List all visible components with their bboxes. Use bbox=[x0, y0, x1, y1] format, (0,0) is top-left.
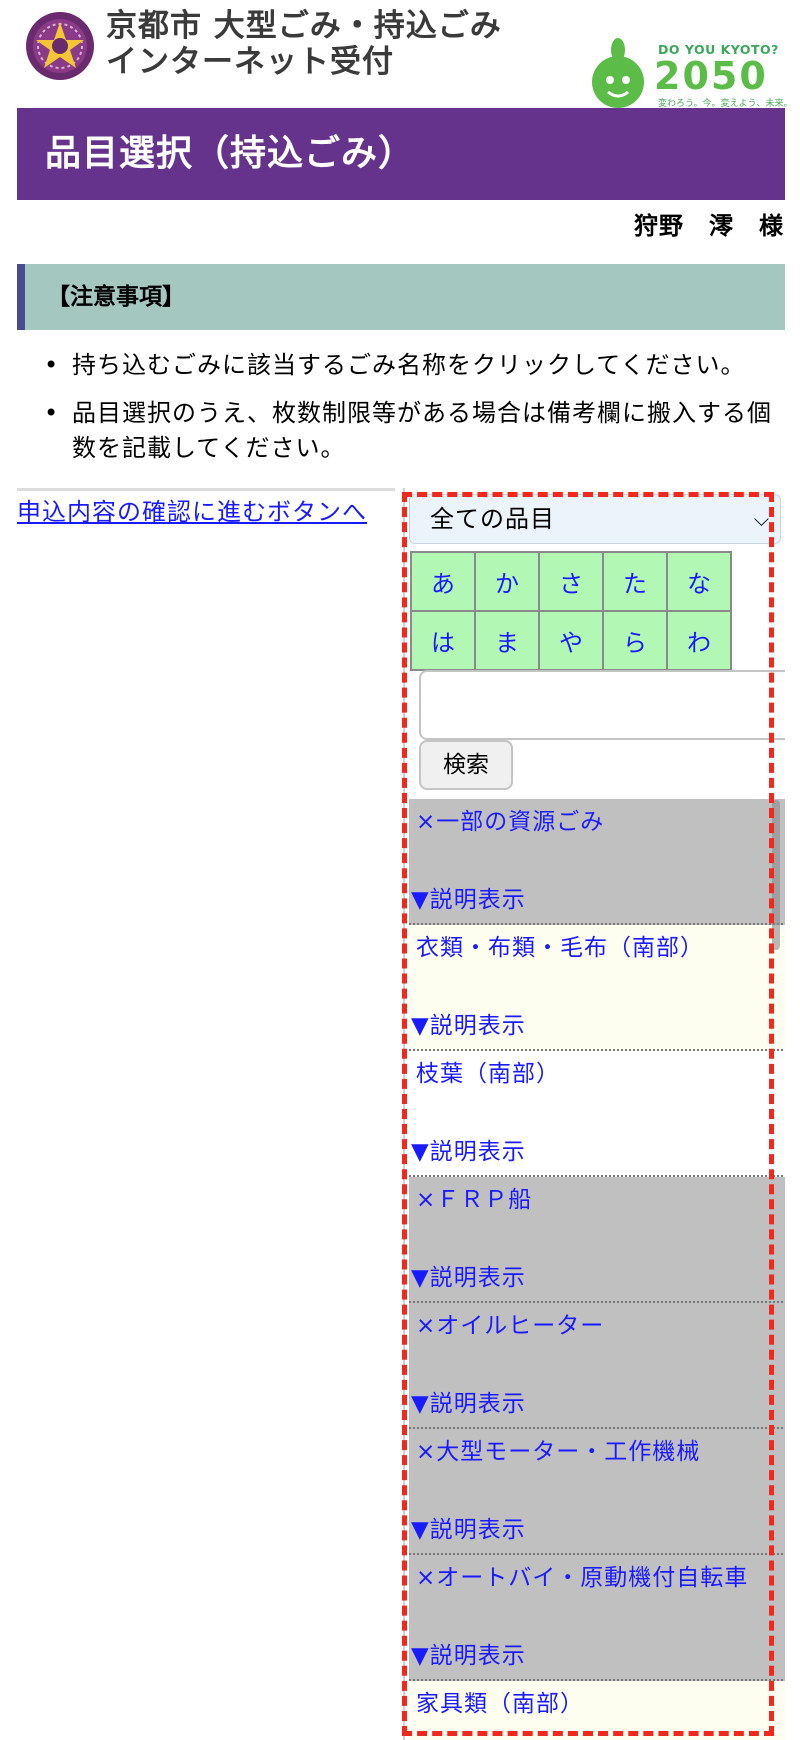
item-row: 衣類・布類・毛布（南部） ▼説明表示 bbox=[409, 925, 785, 1051]
kana-button[interactable]: わ bbox=[666, 610, 732, 671]
item-row: 枝葉（南部） ▼説明表示 bbox=[409, 1051, 785, 1177]
item-description-toggle[interactable]: ▼説明表示 bbox=[411, 1011, 526, 1041]
item-description-toggle[interactable]: ▼説明表示 bbox=[411, 1137, 526, 1167]
kana-index: あ か さ た な は ま や ら わ bbox=[410, 551, 732, 671]
item-row: ×オートバイ・原動機付自転車 ▼説明表示 bbox=[409, 1555, 785, 1681]
item-description-toggle[interactable]: ▼説明表示 bbox=[411, 1263, 526, 1293]
kana-button[interactable]: か bbox=[474, 551, 540, 612]
kana-button[interactable]: や bbox=[538, 610, 604, 671]
do-you-kyoto-logo: DO YOU KYOTO? 2050 変わろう。今。変えよう、未来。 bbox=[588, 36, 792, 110]
kana-button[interactable]: ら bbox=[602, 610, 668, 671]
chevron-down-icon: ⌵ bbox=[753, 507, 770, 531]
logo-year: 2050 bbox=[654, 54, 768, 98]
item-name-link[interactable]: 枝葉（南部） bbox=[416, 1059, 560, 1089]
item-name-link[interactable]: ×大型モーター・工作機械 bbox=[416, 1437, 700, 1467]
site-header: 京都市 大型ごみ・持込ごみ インターネット受付 DO YOU KYOTO? 20… bbox=[0, 0, 800, 110]
item-row: ×一部の資源ごみ ▼説明表示 bbox=[409, 799, 785, 925]
item-name-link[interactable]: ×オイルヒーター bbox=[416, 1311, 604, 1341]
search-input[interactable] bbox=[419, 670, 785, 740]
kana-row: あ か さ た な bbox=[410, 551, 732, 612]
kyoto-mascot-icon bbox=[592, 38, 644, 108]
item-selection-panel: 全ての品目 ⌵ あ か さ た な は ま や ら わ 検索 ×一部の資源ごみ … bbox=[403, 488, 785, 1740]
kyoto-city-emblem-icon bbox=[26, 12, 94, 80]
item-name-link[interactable]: ×一部の資源ごみ bbox=[416, 807, 604, 837]
item-name-link[interactable]: ×オートバイ・原動機付自転車 bbox=[416, 1563, 748, 1593]
item-description-toggle[interactable]: ▼説明表示 bbox=[411, 885, 526, 915]
search-button[interactable]: 検索 bbox=[419, 740, 513, 790]
item-name-link[interactable]: 家具類（南部） bbox=[416, 1689, 584, 1719]
kana-button[interactable]: な bbox=[666, 551, 732, 612]
item-description-toggle[interactable]: ▼説明表示 bbox=[411, 1389, 526, 1419]
category-select-value: 全ての品目 bbox=[430, 505, 555, 533]
notice-item: 持ち込むごみに該当するごみ名称をクリックしてください。 bbox=[44, 348, 784, 383]
notice-heading: 【注意事項】 bbox=[17, 264, 785, 330]
item-row: ×オイルヒーター ▼説明表示 bbox=[409, 1303, 785, 1429]
item-row: ×ＦＲＰ船 ▼説明表示 bbox=[409, 1177, 785, 1303]
item-description-toggle[interactable]: ▼説明表示 bbox=[411, 1641, 526, 1671]
item-name-link[interactable]: ×ＦＲＰ船 bbox=[416, 1185, 532, 1215]
kana-button[interactable]: あ bbox=[410, 551, 476, 612]
kana-button[interactable]: ま bbox=[474, 610, 540, 671]
kana-button[interactable]: は bbox=[410, 610, 476, 671]
user-name: 狩野 澪 様 bbox=[634, 212, 784, 240]
kana-button[interactable]: た bbox=[602, 551, 668, 612]
confirm-link[interactable]: 申込内容の確認に進むボタンへ bbox=[17, 488, 395, 529]
page-title: 品目選択（持込ごみ） bbox=[17, 108, 785, 200]
item-row: 家具類（南部） bbox=[409, 1681, 785, 1740]
notice-item: 品目選択のうえ、枚数制限等がある場合は備考欄に搬入する個数を記載してください。 bbox=[44, 396, 784, 466]
notice-list: 持ち込むごみに該当するごみ名称をクリックしてください。 品目選択のうえ、枚数制限… bbox=[44, 348, 784, 479]
site-title-line2: インターネット受付 bbox=[106, 44, 394, 80]
category-select[interactable]: 全ての品目 ⌵ bbox=[409, 494, 781, 544]
item-list: ×一部の資源ごみ ▼説明表示 衣類・布類・毛布（南部） ▼説明表示 枝葉（南部）… bbox=[409, 799, 785, 1740]
site-title: 京都市 大型ごみ・持込ごみ インターネット受付 bbox=[106, 8, 526, 80]
item-row: ×大型モーター・工作機械 ▼説明表示 bbox=[409, 1429, 785, 1555]
site-title-line1: 京都市 大型ごみ・持込ごみ bbox=[106, 8, 502, 44]
item-list-scrollbar[interactable] bbox=[772, 800, 780, 950]
item-name-link[interactable]: 衣類・布類・毛布（南部） bbox=[416, 933, 704, 963]
kana-button[interactable]: さ bbox=[538, 551, 604, 612]
item-description-toggle[interactable]: ▼説明表示 bbox=[411, 1515, 526, 1545]
kana-row: は ま や ら わ bbox=[410, 610, 732, 671]
